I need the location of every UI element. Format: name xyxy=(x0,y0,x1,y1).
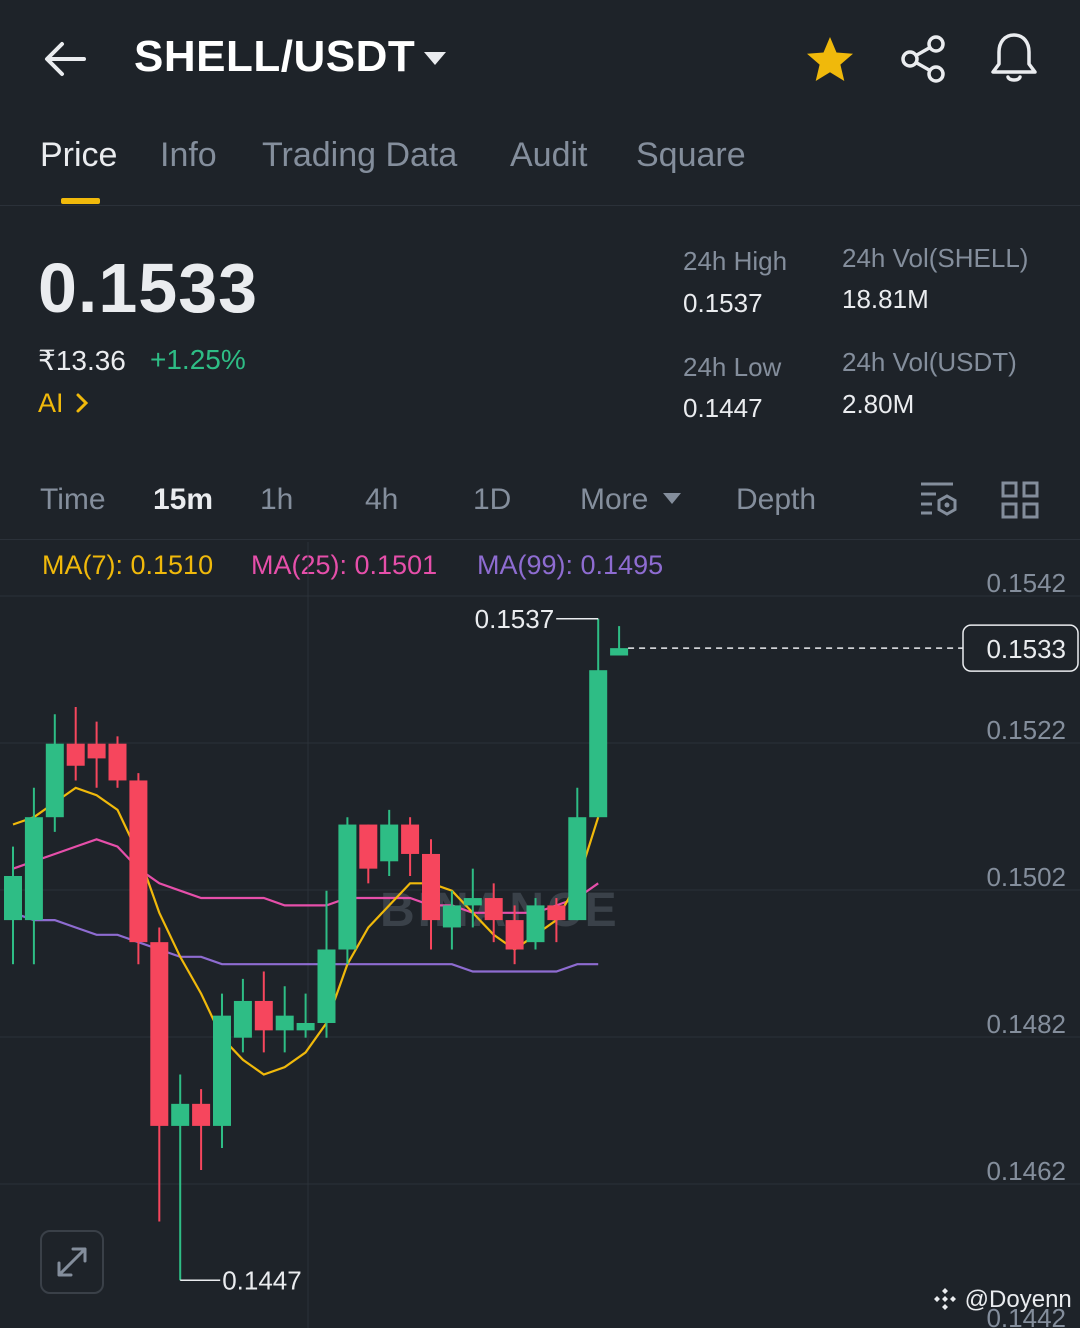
tab-square[interactable]: Square xyxy=(636,136,746,175)
layout-button[interactable] xyxy=(1000,480,1040,520)
chart-settings-button[interactable] xyxy=(918,478,960,518)
candle-body xyxy=(442,905,461,928)
candle-body xyxy=(87,743,106,759)
candle-body xyxy=(547,905,566,921)
candle-body xyxy=(24,817,43,921)
y-tick-label: 0.1482 xyxy=(986,1009,1066,1039)
vol-quote-value: 2.80M xyxy=(842,389,915,419)
ai-link[interactable]: AI xyxy=(38,388,89,419)
high-marker-label: 0.1537 xyxy=(475,604,555,634)
candle-body xyxy=(129,780,148,943)
high-label: 24h High xyxy=(683,246,788,276)
high-value: 0.1537 xyxy=(683,288,763,318)
y-tick-label: 0.1542 xyxy=(986,568,1066,598)
candle-body xyxy=(401,824,420,854)
tab-price[interactable]: Price xyxy=(40,136,117,175)
interval-1h[interactable]: 1h xyxy=(260,483,293,517)
interval-time[interactable]: Time xyxy=(40,483,106,517)
candle-body xyxy=(484,898,503,921)
share-button[interactable] xyxy=(898,34,948,84)
candle-body xyxy=(213,1015,231,1126)
caret-down-icon[interactable] xyxy=(662,492,682,506)
tab-trading-data[interactable]: Trading Data xyxy=(262,136,457,175)
candle-body xyxy=(422,853,440,921)
last-price: 0.1533 xyxy=(38,249,259,327)
favorite-button[interactable] xyxy=(804,34,856,86)
alert-button[interactable] xyxy=(988,30,1040,86)
candle-body xyxy=(526,905,545,943)
arrow-left-icon xyxy=(45,42,86,76)
candle-body xyxy=(150,942,169,1126)
interval-bar: Time 15m 1h 4h 1D More Depth xyxy=(0,466,1080,540)
share-icon xyxy=(901,35,945,83)
ai-label: AI xyxy=(38,388,64,418)
candle-body xyxy=(296,1023,315,1031)
candle-body xyxy=(275,1015,294,1031)
candle-body xyxy=(463,898,482,906)
low-marker-label: 0.1447 xyxy=(222,1265,302,1295)
y-tick-label: 0.1462 xyxy=(986,1156,1066,1186)
candlestick-chart[interactable]: 0.15420.15220.15020.14820.14620.1442BINA… xyxy=(0,542,1080,1328)
watermark: @Doyenn xyxy=(932,1286,1072,1314)
section-tabs: Price Info Trading Data Audit Square xyxy=(0,116,1080,206)
candle-body xyxy=(338,824,357,950)
depth-tab[interactable]: Depth xyxy=(736,483,816,517)
indicator-settings-icon xyxy=(921,482,957,516)
low-label: 24h Low xyxy=(683,352,782,382)
candle-body xyxy=(610,648,629,656)
candle-body xyxy=(359,824,378,869)
chevron-right-icon xyxy=(76,393,89,413)
binance-logo-icon xyxy=(934,1288,956,1310)
y-tick-label: 0.1522 xyxy=(986,715,1066,745)
candle-body xyxy=(108,743,127,781)
price-change-percent: +1.25% xyxy=(150,344,246,375)
caret-down-icon[interactable] xyxy=(422,50,448,68)
low-value: 0.1447 xyxy=(683,393,763,423)
back-button[interactable] xyxy=(40,36,90,82)
y-tick-label: 0.1502 xyxy=(986,862,1066,892)
candle-body xyxy=(233,1000,252,1038)
vol-base-value: 18.81M xyxy=(842,284,929,314)
vol-quote-label: 24h Vol(USDT) xyxy=(842,347,1017,377)
fiat-price: ₹13.36 xyxy=(38,345,126,376)
tab-audit[interactable]: Audit xyxy=(510,136,588,175)
tab-info[interactable]: Info xyxy=(160,136,217,175)
candle-body xyxy=(192,1103,211,1126)
candle-body xyxy=(66,743,85,766)
candle-body xyxy=(380,824,399,862)
candle-body xyxy=(568,817,587,921)
candle-body xyxy=(45,743,64,818)
candle-body xyxy=(171,1103,190,1126)
vol-base-label: 24h Vol(SHELL) xyxy=(842,243,1029,273)
bell-icon xyxy=(991,33,1037,82)
interval-15m[interactable]: 15m xyxy=(153,483,213,517)
candle-body xyxy=(589,670,608,818)
fullscreen-button[interactable] xyxy=(40,1230,104,1294)
candle-body xyxy=(4,876,22,921)
interval-4h[interactable]: 4h xyxy=(365,483,398,517)
candle-body xyxy=(317,949,336,1023)
watermark-text: @Doyenn xyxy=(964,1286,1072,1313)
interval-more[interactable]: More xyxy=(580,483,648,517)
interval-1d[interactable]: 1D xyxy=(473,483,511,517)
candle-body xyxy=(254,1000,273,1031)
pair-title[interactable]: SHELL/USDT xyxy=(134,32,415,82)
expand-icon xyxy=(57,1247,87,1277)
last-price-label: 0.1533 xyxy=(986,634,1066,664)
top-bar: SHELL/USDT xyxy=(0,0,1080,116)
star-icon xyxy=(807,37,853,81)
active-tab-indicator xyxy=(61,198,100,204)
grid-icon xyxy=(1001,481,1039,519)
candle-body xyxy=(505,920,524,950)
